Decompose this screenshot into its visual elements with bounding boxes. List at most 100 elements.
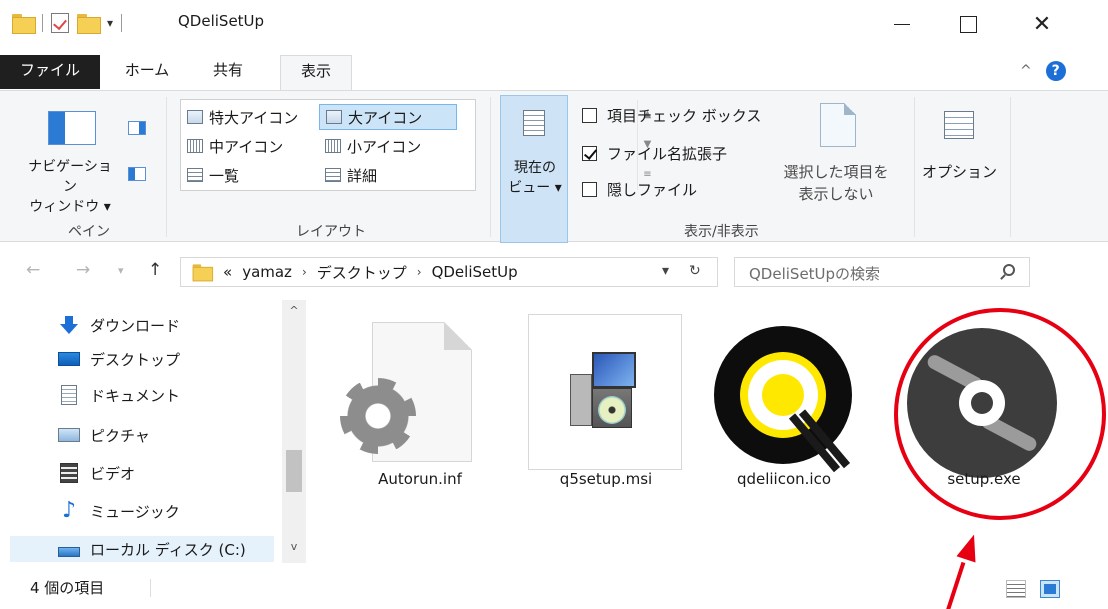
download-icon	[58, 316, 80, 334]
navigation-pane-label-line2: ウィンドウ ▾	[29, 199, 111, 215]
layout-item-label: 詳細	[347, 166, 378, 185]
divider	[490, 97, 491, 237]
options-button[interactable]: オプション	[922, 161, 997, 182]
search-placeholder: QDeliSetUpの検索	[749, 265, 881, 283]
refresh-icon[interactable]: ↻	[689, 263, 701, 279]
navigation-pane-icon[interactable]	[48, 111, 96, 145]
scroll-down-icon[interactable]: v	[282, 540, 306, 553]
breadcrumb-item[interactable]: デスクトップ	[317, 262, 407, 283]
navigation-row: ← → ▾ ↑ « yamaz › デスクトップ › QDeliSetUp ▾ …	[0, 250, 1108, 294]
customize-toolbar-dropdown-icon[interactable]: ▾	[107, 16, 113, 30]
hide-selected-label-line1: 選択した項目を	[783, 163, 889, 181]
file-item[interactable]: Autorun.inf	[350, 302, 490, 502]
quick-access-toolbar: ▾	[12, 13, 123, 34]
divider	[42, 14, 43, 32]
divider	[166, 97, 167, 237]
new-folder-icon[interactable]	[77, 14, 101, 34]
collapse-ribbon-icon[interactable]: ^	[1020, 63, 1032, 79]
scroll-up-icon[interactable]: ^	[282, 304, 306, 317]
navigation-pane-label-line1: ナビゲーション	[28, 159, 112, 195]
nav-item-downloads[interactable]: ダウンロード	[58, 312, 180, 338]
nav-item-videos[interactable]: ビデオ	[58, 460, 135, 486]
item-count: 4 個の項目	[30, 579, 105, 597]
nav-item-local-disk[interactable]: ローカル ディスク (C:)	[10, 536, 274, 562]
breadcrumb-separator-icon[interactable]: ›	[417, 265, 422, 279]
file-name: qdeliicon.ico	[736, 470, 832, 488]
hide-selected-items-icon[interactable]	[820, 103, 856, 147]
sort-by-icon	[523, 110, 545, 136]
breadcrumb-overflow[interactable]: «	[223, 263, 232, 281]
help-icon[interactable]: ?	[1045, 61, 1066, 81]
nav-item-documents[interactable]: ドキュメント	[58, 382, 180, 408]
close-button[interactable]: ✕	[1024, 10, 1060, 38]
options-icon[interactable]	[944, 111, 974, 139]
extra-large-icons-icon	[187, 110, 203, 124]
hide-selected-items-button[interactable]: 選択した項目を 表示しない	[778, 161, 894, 205]
nav-item-label: デスクトップ	[90, 350, 181, 369]
file-item[interactable]: q5setup.msi	[536, 302, 676, 502]
address-bar[interactable]: « yamaz › デスクトップ › QDeliSetUp	[180, 257, 718, 287]
tab-home[interactable]: ホーム	[112, 55, 182, 89]
folder-icon	[12, 14, 36, 34]
breadcrumb-separator-icon[interactable]: ›	[302, 265, 307, 279]
document-icon	[61, 385, 77, 405]
recent-locations-chevron-icon[interactable]: ▾	[118, 264, 124, 277]
back-arrow-icon[interactable]: ←	[26, 260, 40, 280]
breadcrumb-item[interactable]: yamaz	[242, 263, 292, 281]
layout-details[interactable]: 詳細	[319, 162, 457, 188]
group-label-layout: レイアウト	[296, 224, 366, 240]
small-icons-icon	[325, 139, 341, 153]
tab-file[interactable]: ファイル	[0, 55, 100, 89]
properties-icon[interactable]	[51, 13, 69, 33]
ribbon-tabs: ファイル ホーム 共有 表示 ^ ?	[0, 55, 1108, 91]
large-icons-icon	[326, 110, 342, 124]
large-icons-view-icon[interactable]	[1040, 580, 1060, 598]
medium-icons-icon	[187, 139, 203, 153]
hidden-files-label: 隠しファイル	[607, 181, 698, 199]
file-extensions-toggle[interactable]: ファイル名拡張子	[582, 143, 727, 164]
preview-pane-icon[interactable]	[128, 121, 146, 135]
folder-icon	[192, 264, 214, 282]
details-pane-icon[interactable]	[128, 167, 146, 181]
divider	[121, 14, 123, 32]
search-input[interactable]: QDeliSetUpの検索	[734, 257, 1030, 287]
nav-item-desktop[interactable]: デスクトップ	[58, 346, 180, 372]
layout-list[interactable]: 一覧	[181, 162, 319, 188]
nav-item-pictures[interactable]: ピクチャ	[58, 422, 150, 448]
layout-medium-icons[interactable]: 中アイコン	[181, 133, 319, 159]
pictures-icon	[58, 428, 80, 442]
file-extensions-label: ファイル名拡張子	[607, 145, 728, 163]
tab-view[interactable]: 表示	[280, 55, 352, 91]
file-item[interactable]: qdeliicon.ico	[714, 302, 854, 502]
layout-extra-large-icons[interactable]: 特大アイコン	[181, 104, 319, 130]
current-view-label-line2: ビュー ▾	[508, 180, 562, 196]
item-checkboxes-checkbox[interactable]	[582, 108, 597, 123]
file-extensions-checkbox[interactable]	[582, 146, 597, 161]
forward-arrow-icon[interactable]: →	[76, 260, 90, 280]
nav-item-music[interactable]: ♪ ミュージック	[58, 498, 180, 524]
item-checkboxes-toggle[interactable]: 項目チェック ボックス	[582, 105, 761, 126]
scrollbar-thumb[interactable]	[286, 450, 302, 492]
navigation-pane-scrollbar[interactable]: ^ v	[282, 300, 306, 563]
layout-item-label: 小アイコン	[347, 137, 422, 156]
details-view-icon[interactable]	[1006, 580, 1026, 598]
layout-large-icons[interactable]: 大アイコン	[319, 104, 457, 130]
address-history-chevron-icon[interactable]: ▾	[662, 263, 669, 279]
status-bar: 4 個の項目	[0, 567, 1108, 609]
maximize-button[interactable]	[950, 10, 986, 38]
tab-share[interactable]: 共有	[198, 55, 258, 89]
current-view-button[interactable]: 現在の ビュー ▾	[500, 95, 568, 243]
navigation-pane-button[interactable]: ナビゲーション ウィンドウ ▾	[22, 157, 118, 217]
up-arrow-icon[interactable]: ↑	[148, 260, 162, 280]
divider	[150, 579, 151, 597]
layout-small-icons[interactable]: 小アイコン	[319, 133, 457, 159]
drive-icon	[58, 547, 80, 557]
hidden-files-toggle[interactable]: 隠しファイル	[582, 179, 697, 200]
current-view-label: 現在の ビュー ▾	[505, 158, 565, 198]
breadcrumb-item[interactable]: QDeliSetUp	[432, 263, 518, 281]
group-label-show-hide: 表示/非表示	[684, 224, 759, 240]
minimize-button[interactable]	[884, 10, 920, 38]
layout-item-label: 大アイコン	[348, 108, 423, 127]
hidden-files-checkbox[interactable]	[582, 182, 597, 197]
search-icon[interactable]	[1003, 264, 1015, 276]
